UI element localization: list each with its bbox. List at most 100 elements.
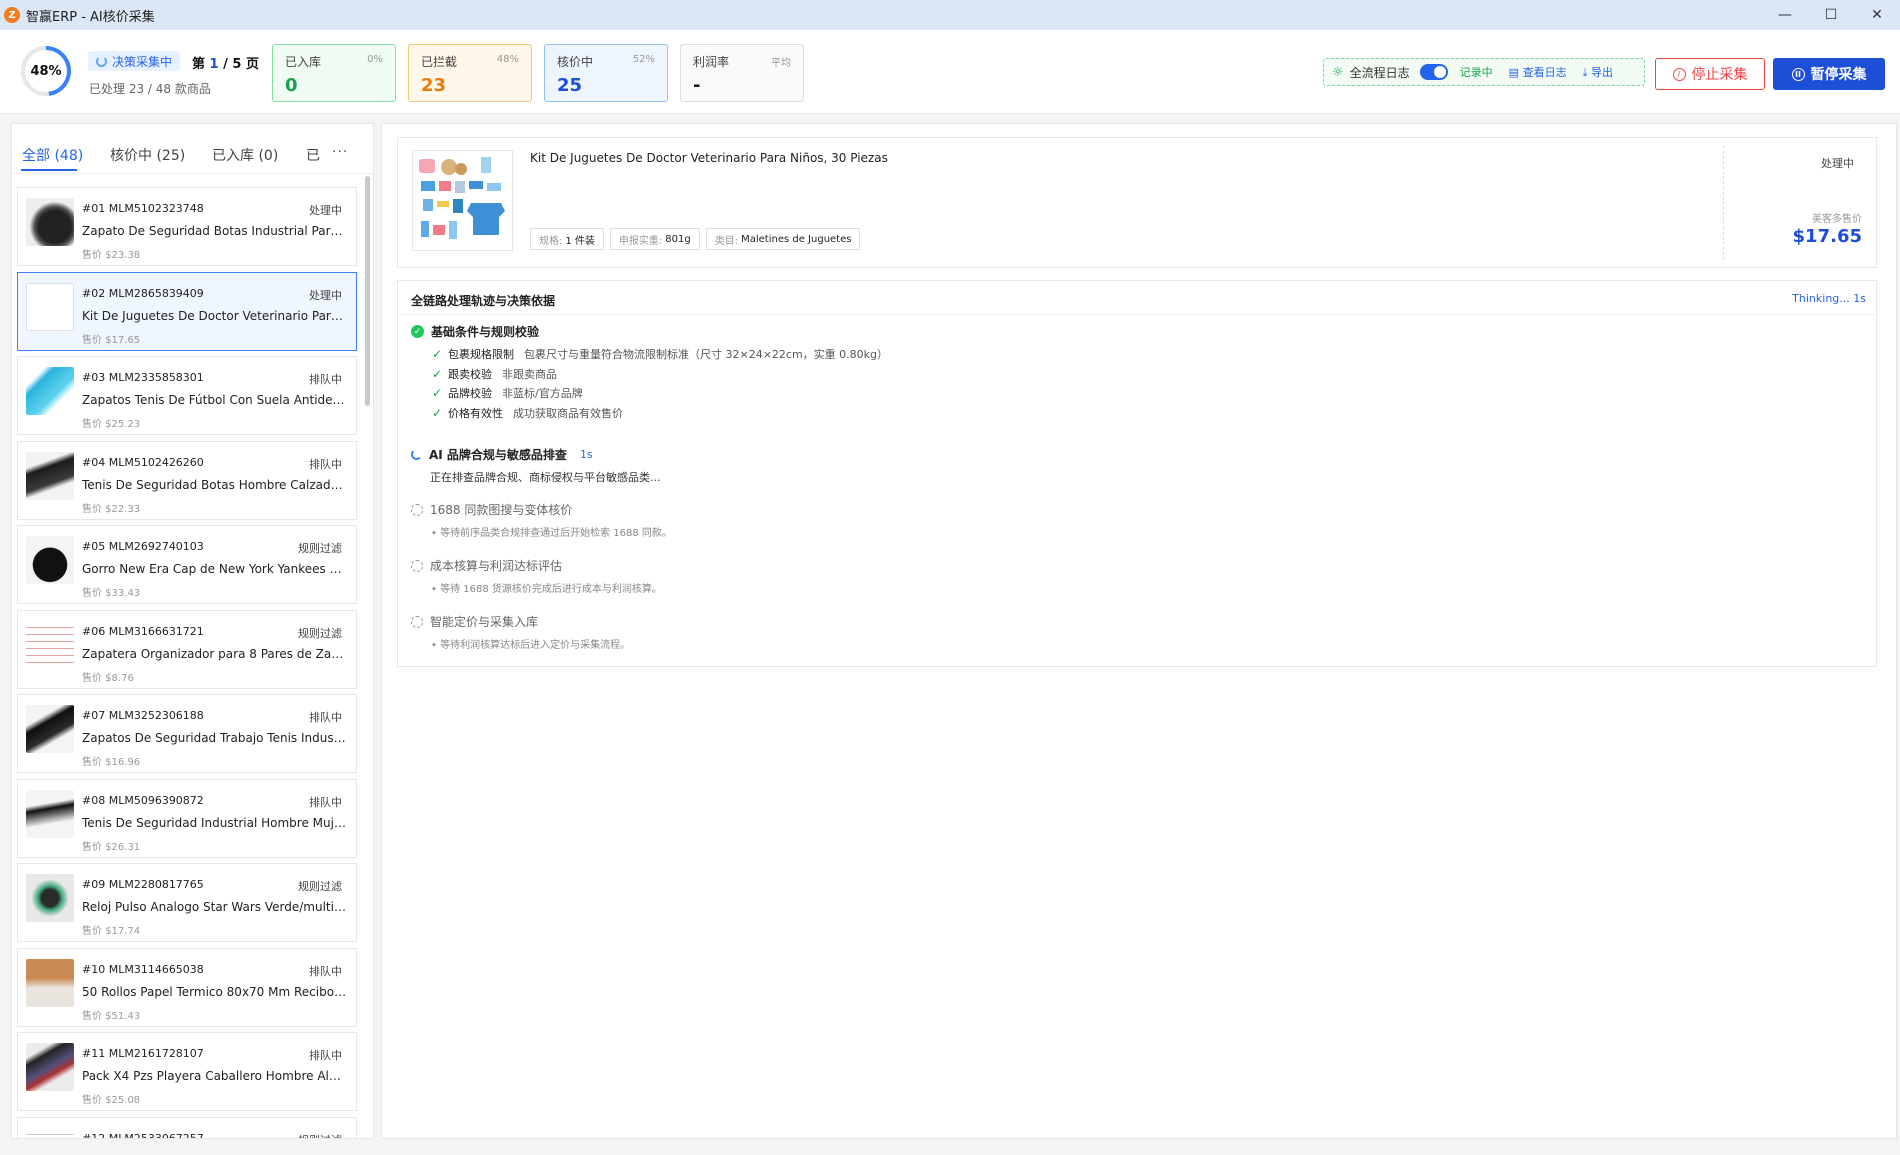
step-basic-checks: ✓ 基础条件与规则校验 — [411, 323, 539, 340]
item-code: #09 MLM2280817765 — [82, 878, 204, 891]
pending-icon — [411, 559, 423, 572]
product-thumbnail — [26, 536, 74, 584]
item-code: #05 MLM2692740103 — [82, 540, 204, 553]
list-item[interactable]: #08 MLM5096390872 排队中 Tenis De Seguridad I… — [17, 778, 357, 858]
view-log-link[interactable]: ▤ 查看日志 — [1509, 64, 1567, 80]
item-name: Zapatera Organizador para 8 Pares de Zap… — [82, 646, 348, 661]
log-panel: ☼ 全流程日志 记录中 ▤ 查看日志 ⤓ 导出 — [1323, 58, 1645, 86]
spec-key: 规格: — [539, 235, 563, 247]
item-status-badge: 排队中 — [309, 1049, 342, 1062]
price-label: 美客多售价 — [1812, 214, 1862, 225]
document-icon: ▤ — [1508, 66, 1520, 79]
page-prefix: 第 — [192, 57, 206, 72]
product-card: Kit De Juguetes De Doctor Veterinario Pa… — [397, 137, 1877, 268]
item-price: 售价 $25.08 — [82, 1095, 141, 1106]
item-price: 售价 $8.76 — [82, 672, 134, 684]
price-value: $17.65 — [1792, 226, 1862, 247]
step-ai-compliance: AI 品牌合规与敏感品排查 1s — [411, 446, 593, 463]
list-item[interactable]: #04 MLM5102426260 排队中 Tenis De Seguridad B… — [17, 440, 357, 520]
page-suffix: / 5 页 — [223, 57, 259, 72]
maximize-button[interactable]: ☐ — [1808, 0, 1854, 30]
step-note: • 等待 1688 货源核价完成后进行成本与利润核算。 — [431, 584, 662, 595]
list-item[interactable]: #11 MLM2161728107 排队中 Pack X4 Pzs Playera … — [17, 1032, 357, 1111]
item-name: Reloj Pulso Analogo Star Wars Verde/mult… — [82, 900, 348, 914]
item-status-badge: 排队中 — [309, 795, 342, 809]
item-code: #12 MLM2533067257 — [82, 1131, 204, 1139]
product-thumbnail — [26, 1127, 74, 1138]
category-chip: 类目: Maletines de Juguetes — [705, 228, 861, 250]
item-status-badge: 规则过滤 — [298, 1132, 342, 1139]
export-link[interactable]: ⤓ 导出 — [1583, 64, 1613, 80]
check-key: 包裹规格限制 — [448, 348, 514, 361]
more-tabs-icon[interactable]: ··· — [332, 144, 348, 160]
list-item[interactable]: #01 MLM5102323748 处理中 Zapato De Seguridad … — [17, 187, 357, 266]
product-thumbnail — [26, 789, 74, 838]
category-value: Maletines de Juguetes — [741, 233, 852, 245]
tab-stored[interactable]: 已入库 (0) — [212, 145, 278, 165]
minimize-button[interactable]: — — [1762, 0, 1808, 30]
check-item: ✓ 品牌校验 非蓝标/官方品牌 — [432, 385, 583, 401]
item-name: Gorro New Era Cap de New York Yankees pa… — [82, 562, 348, 576]
check-key: 品牌校验 — [448, 387, 492, 400]
list-item[interactable]: #03 MLM2335858301 排队中 Zapatos Tenis De Fút… — [17, 356, 357, 435]
product-image — [412, 150, 513, 251]
item-price: 售价 $25.23 — [82, 419, 141, 430]
page-current: 1 — [209, 57, 219, 72]
item-name: Zapatos Tenis De Fútbol Con Suela Antide… — [82, 393, 348, 407]
item-status-badge: 排队中 — [309, 711, 342, 724]
list-item[interactable]: #05 MLM2692740103 规则过滤 Gorro New Era Cap d… — [17, 525, 357, 604]
check-value: 包裹尺寸与重量符合物流限制标准（尺寸 32×24×22cm，实重 0.80kg） — [524, 348, 889, 361]
list-item[interactable]: #09 MLM2280817765 规则过滤 Reloj Pulso Analogo… — [17, 863, 357, 942]
status-badge: 决策采集中 — [88, 51, 181, 71]
check-key: 跟卖校验 — [448, 368, 492, 381]
step-duration: 1s — [579, 448, 593, 461]
step-title: 基础条件与规则校验 — [431, 325, 540, 339]
check-circle-icon: ✓ — [411, 325, 424, 338]
list-item[interactable]: #06 MLM3166631721 规则过滤 Zapatera Organizado… — [17, 609, 357, 689]
list-item[interactable]: #07 MLM3252306188 排队中 Zapatos De Seguridad… — [17, 694, 357, 773]
bug-icon: ☼ — [1332, 64, 1344, 80]
list-item[interactable]: #12 MLM2533067257 规则过滤 — [17, 1116, 357, 1139]
trace-title: 全链路处理轨迹与决策依据 — [411, 294, 556, 308]
tab-truncated[interactable]: 已 — [306, 145, 322, 165]
item-price: 售价 $22.33 — [82, 503, 141, 515]
product-list-panel: 全部 (48) 核价中 (25) 已入库 (0) 已 ··· #01 MLM51… — [11, 123, 374, 1139]
category-key: 类目: — [714, 235, 739, 247]
pause-button[interactable]: II 暂停采集 — [1773, 58, 1885, 90]
product-thumbnail — [26, 367, 74, 415]
step-1688-search: 1688 同款图搜与变体核价 — [411, 501, 572, 518]
spec-value: 1 件装 — [565, 235, 595, 247]
step-progress-text: 正在排查品牌合规、商标侵权与平台敏感品类... — [430, 471, 661, 484]
item-price: 售价 $17.65 — [82, 334, 141, 346]
running-icon — [411, 449, 422, 460]
item-code: #07 MLM3252306188 — [82, 709, 204, 722]
check-icon: ✓ — [432, 367, 443, 381]
stop-button[interactable]: / 停止采集 — [1655, 58, 1765, 90]
item-code: #04 MLM5102426260 — [82, 455, 204, 469]
item-code: #06 MLM3166631721 — [82, 624, 204, 638]
tab-all[interactable]: 全部 (48) — [22, 145, 83, 165]
pause-icon: II — [1791, 67, 1805, 81]
log-label: 全流程日志 — [1349, 65, 1410, 80]
check-value: 成功获取商品有效售价 — [513, 407, 623, 420]
list-item[interactable]: #02 MLM2865839409 处理中 Kit De Juguetes De D… — [17, 271, 357, 351]
stat-pct: 52% — [632, 54, 655, 65]
log-toggle[interactable] — [1419, 64, 1448, 80]
step-note: • 等待利润核算达标后进入定价与采集流程。 — [431, 640, 631, 651]
item-name: 50 Rollos Papel Termico 80x70 Mm Recibo … — [82, 984, 348, 999]
step-cost-profit: 成本核算与利润达标评估 — [411, 557, 562, 574]
spec-chip: 规格: 1 件装 — [530, 228, 604, 250]
stat-pct: 48% — [496, 54, 519, 65]
list-item[interactable]: #10 MLM3114665038 排队中 50 Rollos Papel Term… — [17, 947, 357, 1027]
check-key: 价格有效性 — [448, 407, 503, 420]
header-bar: 48% 决策采集中 第 1 / 5 页 已处理 23 / 48 款商品 已入库 … — [0, 30, 1900, 114]
product-title: Kit De Juguetes De Doctor Veterinario Pa… — [530, 151, 888, 165]
list-scrollbar[interactable] — [365, 176, 370, 406]
item-name: Zapato De Seguridad Botas Industrial Par… — [82, 224, 348, 238]
tab-pricing[interactable]: 核价中 (25) — [110, 145, 185, 165]
status-text: 决策采集中 — [112, 54, 173, 69]
close-button[interactable]: ✕ — [1854, 0, 1900, 30]
product-status: 处理中 — [1821, 157, 1854, 170]
item-code: #02 MLM2865839409 — [82, 286, 204, 300]
check-value: 非跟卖商品 — [502, 368, 557, 381]
